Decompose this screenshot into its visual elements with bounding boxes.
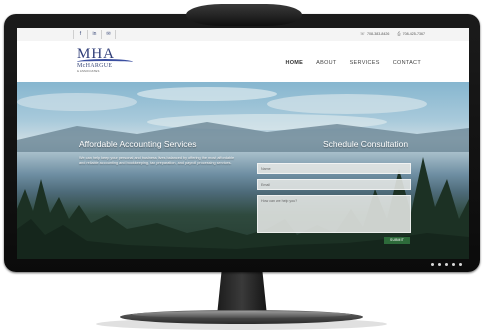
indicator-dot — [438, 263, 441, 266]
website-screen: f in ✉ ☏ 708-383-8426 ⎙ 708-425-7367 MHA — [17, 28, 469, 259]
email-input[interactable]: Email — [257, 179, 411, 190]
facebook-icon[interactable]: f — [73, 30, 87, 39]
site-header: MHA McHARGUE & ASSOCIATES HOME ABOUT SER… — [17, 41, 469, 82]
indicator-dot — [431, 263, 434, 266]
phone-icon: ☏ — [360, 31, 366, 36]
hero-title: Affordable Accounting Services — [79, 139, 197, 149]
nav-services[interactable]: SERVICES — [350, 60, 380, 66]
fax-item[interactable]: ⎙ 708-425-7367 — [397, 31, 425, 36]
nav-home[interactable]: HOME — [285, 60, 303, 66]
nav-about[interactable]: ABOUT — [316, 60, 336, 66]
submit-button[interactable]: SUBMIT — [384, 237, 410, 244]
logo-swoosh — [77, 59, 133, 65]
form-title: Schedule Consultation — [323, 139, 409, 149]
indicator-dot — [452, 263, 455, 266]
email-icon[interactable]: ✉ — [101, 30, 116, 39]
linkedin-icon[interactable]: in — [87, 30, 101, 39]
name-input[interactable]: Name — [257, 163, 411, 174]
contact-info: ☏ 708-383-8426 ⎙ 708-425-7367 — [360, 31, 425, 36]
fax-number: 708-425-7367 — [402, 31, 425, 36]
message-textarea[interactable]: How can we help you? — [257, 195, 411, 233]
indicator-dot — [445, 263, 448, 266]
monitor-mockup: f in ✉ ☏ 708-383-8426 ⎙ 708-425-7367 MHA — [0, 0, 483, 331]
hero-description: We can help keep your personal and busin… — [79, 156, 235, 165]
monitor-base-top — [132, 311, 351, 318]
indicator-dot — [459, 263, 462, 266]
contact-bar: f in ✉ ☏ 708-383-8426 ⎙ 708-425-7367 — [17, 28, 469, 42]
company-logo[interactable]: MHA McHARGUE & ASSOCIATES — [77, 47, 137, 77]
social-links: f in ✉ — [73, 30, 116, 39]
monitor-neck — [217, 272, 267, 314]
hero-section: Affordable Accounting Services We can he… — [17, 82, 469, 259]
nav-contact[interactable]: CONTACT — [393, 60, 421, 66]
main-nav: HOME ABOUT SERVICES CONTACT — [285, 60, 421, 66]
phone-item[interactable]: ☏ 708-383-8426 — [360, 31, 389, 36]
logo-subtitle: & ASSOCIATES — [77, 69, 100, 73]
phone-number: 708-383-8426 — [367, 31, 390, 36]
fax-icon: ⎙ — [397, 31, 401, 36]
bezel-indicator-dots — [431, 263, 462, 266]
webcam-housing — [186, 4, 302, 26]
